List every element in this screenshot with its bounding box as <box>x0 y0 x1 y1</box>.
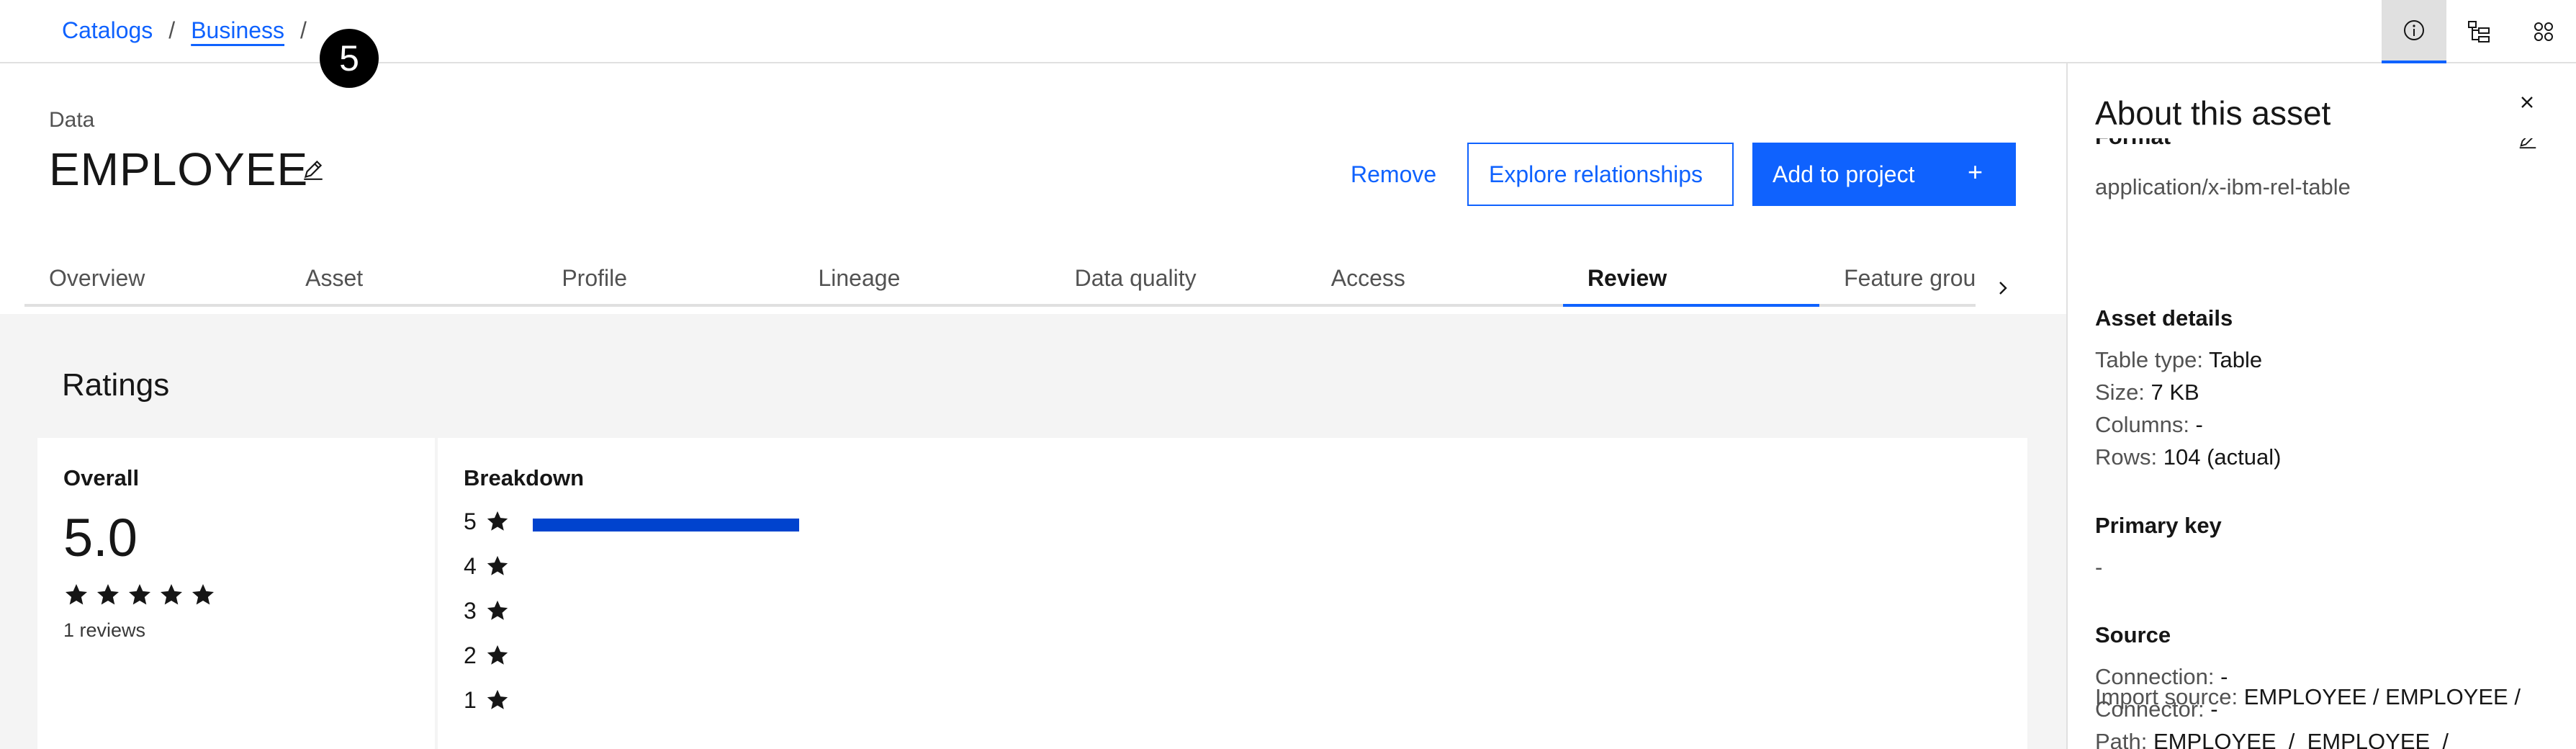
breakdown-row-2: 2 <box>464 641 510 670</box>
add-to-project-button[interactable]: Add to project + <box>1752 143 2016 206</box>
tab-lineage[interactable]: Lineage <box>793 256 1050 307</box>
breakdown-bar <box>533 697 799 710</box>
breadcrumb-separator: / <box>168 17 176 43</box>
breakdown-card: Breakdown 5 4 3 2 1 <box>438 438 2027 749</box>
review-area: Ratings Overall 5.0 1 reviews Breakdown … <box>0 314 2066 749</box>
add-icon: + <box>1967 157 1983 187</box>
path-value: EMPLOYEE / EMPLOYEE / <box>2153 729 2449 749</box>
overall-stars <box>63 582 216 608</box>
size-value: 7 KB <box>2151 380 2199 405</box>
breakdown-row-1: 1 <box>464 686 510 714</box>
star-icon <box>192 584 214 605</box>
size-label: Size: <box>2095 380 2151 405</box>
star-icon <box>487 600 508 620</box>
breakdown-stars-label: 5 <box>464 508 477 534</box>
tab-list: Overview Asset Profile Lineage Data qual… <box>24 256 1976 307</box>
table-type-label: Table type: <box>2095 347 2209 372</box>
breakdown-bar <box>533 652 799 665</box>
import-source-label: Import source: <box>2095 684 2244 709</box>
review-count: 1 reviews <box>63 619 146 641</box>
add-to-project-label: Add to project <box>1773 161 1915 187</box>
table-type-row: Table type: Table <box>2095 347 2262 373</box>
star-icon <box>487 555 508 575</box>
breakdown-stars-label: 2 <box>464 642 477 668</box>
star-icon <box>487 689 508 709</box>
tab-profile[interactable]: Profile <box>537 256 794 307</box>
path-row: Path: EMPLOYEE / EMPLOYEE / <box>2095 729 2449 749</box>
breadcrumb-catalogs[interactable]: Catalogs <box>62 17 153 44</box>
star-icon <box>487 511 508 531</box>
ratings-heading: Ratings <box>62 367 170 403</box>
main-panel: Data EMPLOYEE Remove Explore relationshi… <box>0 63 2066 749</box>
close-icon[interactable] <box>2517 92 2537 116</box>
format-value: application/x-ibm-rel-table <box>2095 174 2351 199</box>
explore-relationships-button[interactable]: Explore relationships <box>1467 143 1734 206</box>
star-icon <box>487 645 508 665</box>
step-badge: 5 <box>320 29 379 88</box>
star-icon <box>129 584 150 605</box>
tab-overview[interactable]: Overview <box>24 256 282 307</box>
tab-review[interactable]: Review <box>1562 256 1820 307</box>
breakdown-label: Breakdown <box>464 465 585 490</box>
breakdown-bar <box>533 608 799 621</box>
star-icon <box>66 584 87 605</box>
path-label: Path: <box>2095 729 2153 749</box>
breadcrumb: Catalogs / Business / <box>62 17 323 44</box>
side-panel-title: About this asset <box>2095 94 2331 132</box>
size-row: Size: 7 KB <box>2095 380 2199 405</box>
edit-icon[interactable] <box>301 157 325 185</box>
breakdown-stars-label: 3 <box>464 597 477 624</box>
top-icon-bar <box>2382 0 2576 63</box>
asset-type-label: Data <box>49 108 95 132</box>
import-source-row: Import source: EMPLOYEE / EMPLOYEE / <box>2095 684 2521 710</box>
edit-icon[interactable] <box>2517 138 2539 153</box>
overall-label: Overall <box>63 465 140 490</box>
tree-view-icon[interactable] <box>2446 0 2511 63</box>
apps-icon[interactable] <box>2511 0 2576 63</box>
columns-row: Columns: - <box>2095 412 2203 438</box>
rows-row: Rows: 104 (actual) <box>2095 444 2281 470</box>
asset-details-heading: Asset details <box>2095 305 2233 331</box>
columns-label: Columns: <box>2095 412 2196 437</box>
rows-value: 104 (actual) <box>2163 444 2282 470</box>
tab-data-quality[interactable]: Data quality <box>1050 256 1307 307</box>
breakdown-bar <box>533 519 799 532</box>
page-title: EMPLOYEE <box>49 143 309 195</box>
star-icon <box>161 584 182 605</box>
chevron-right-icon[interactable] <box>1994 279 2012 300</box>
primary-key-value: - <box>2095 555 2103 580</box>
overall-rating-card: Overall 5.0 1 reviews <box>37 438 435 749</box>
top-bar: Catalogs / Business / <box>0 0 2576 63</box>
breakdown-bar <box>533 563 799 576</box>
about-asset-panel: About this asset Format application/x-ib… <box>2066 63 2576 749</box>
tab-feature-groups[interactable]: Feature grou <box>1819 256 1976 307</box>
info-icon[interactable] <box>2382 0 2446 63</box>
remove-button[interactable]: Remove <box>1330 143 1456 206</box>
columns-value: - <box>2195 412 2203 437</box>
table-type-value: Table <box>2208 347 2263 372</box>
breadcrumb-business[interactable]: Business <box>191 17 284 44</box>
side-panel-scroll[interactable]: Format application/x-ibm-rel-table Asset… <box>2068 138 2576 749</box>
primary-key-heading: Primary key <box>2095 513 2222 538</box>
format-heading: Format <box>2095 138 2171 150</box>
tab-asset[interactable]: Asset <box>281 256 538 307</box>
breakdown-bar-fill <box>533 519 799 532</box>
rows-label: Rows: <box>2095 444 2163 470</box>
breakdown-stars-label: 4 <box>464 552 477 579</box>
breakdown-row-3: 3 <box>464 596 510 625</box>
star-icon <box>97 584 119 605</box>
breakdown-row-4: 4 <box>464 552 510 580</box>
overall-rating-value: 5.0 <box>63 508 138 568</box>
source-heading: Source <box>2095 622 2171 647</box>
breakdown-row-5: 5 <box>464 507 799 536</box>
tab-access[interactable]: Access <box>1306 256 1563 307</box>
import-source-value: EMPLOYEE / EMPLOYEE / <box>2243 684 2521 709</box>
breadcrumb-separator: / <box>300 17 307 43</box>
breakdown-stars-label: 1 <box>464 686 477 713</box>
